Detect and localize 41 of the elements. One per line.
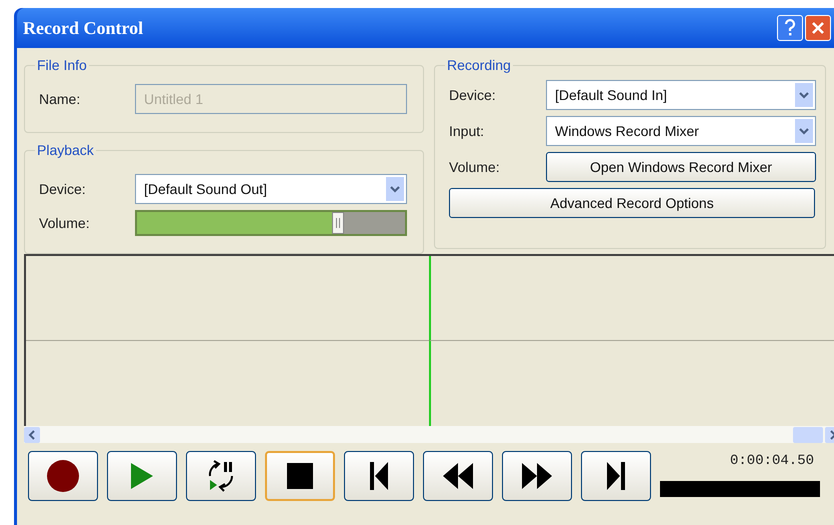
volume-slider[interactable] [135, 210, 407, 236]
horizontal-scrollbar[interactable] [24, 426, 834, 443]
transport-button[interactable] [502, 451, 572, 501]
chevron-down-icon [795, 119, 813, 143]
field-label: Volume: [39, 214, 91, 233]
transport-button[interactable] [265, 451, 335, 501]
field-label: Device: [39, 180, 87, 199]
time-display: 0:00:04.50 [730, 452, 815, 471]
skip-back-icon [370, 462, 388, 490]
close-icon [811, 21, 825, 35]
transport-button[interactable] [186, 451, 256, 501]
scroll-left-button[interactable] [24, 426, 40, 442]
transport-button[interactable] [423, 451, 493, 501]
field-label: Volume: [449, 158, 501, 176]
question-mark-icon [784, 19, 796, 37]
scroll-thumb[interactable] [793, 426, 823, 442]
rewind-icon [443, 463, 473, 489]
advanced-options-button[interactable]: Advanced Record Options [449, 188, 815, 218]
dropdown[interactable]: [Default Sound In] [546, 80, 816, 110]
field-label: Name: [39, 90, 82, 109]
slider-thumb[interactable] [332, 212, 344, 234]
window-title: Record Control [23, 16, 144, 40]
dropdown[interactable]: [Default Sound Out] [135, 174, 407, 204]
chevron-left-icon [28, 430, 36, 440]
field-label: Device: [449, 86, 497, 104]
skip-forward-icon [607, 462, 625, 490]
fast-forward-icon [522, 463, 552, 489]
chevron-down-icon [795, 83, 813, 107]
play-icon [131, 463, 153, 489]
help-button[interactable] [777, 15, 803, 41]
transport-button[interactable] [581, 451, 651, 501]
open-mixer-button[interactable]: Open Windows Record Mixer [546, 152, 816, 182]
transport-button[interactable] [344, 451, 414, 501]
transport-button[interactable] [28, 451, 98, 501]
field-label: Input: [449, 122, 486, 141]
chevron-down-icon [386, 177, 404, 202]
stop-icon [287, 463, 313, 489]
close-button[interactable] [805, 15, 831, 41]
record-icon [46, 459, 80, 493]
dropdown[interactable]: Windows Record Mixer [546, 116, 816, 146]
transport-button[interactable] [107, 451, 177, 501]
